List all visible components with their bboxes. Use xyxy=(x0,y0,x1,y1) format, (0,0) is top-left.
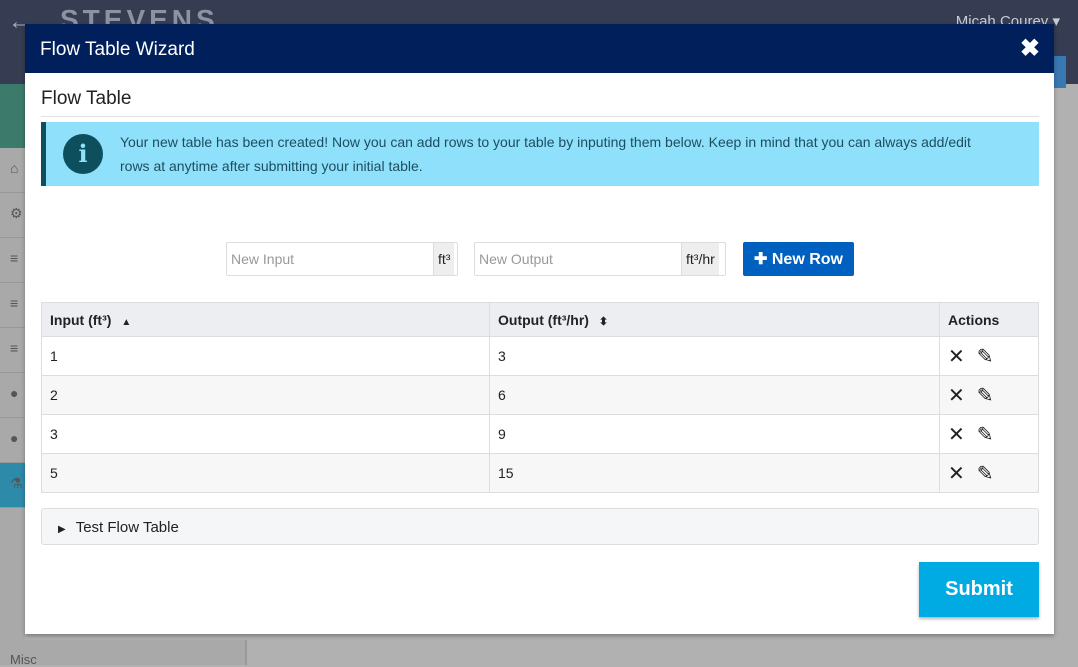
section-title: Flow Table xyxy=(41,88,1039,117)
plus-icon: ✚ xyxy=(754,251,772,268)
modal-header: Flow Table Wizard ✖ xyxy=(25,24,1054,73)
sidebar: ⌂ ⚙ ≡ ≡ ≡ ● ● ⚗ xyxy=(0,84,25,665)
test-flow-table-accordion[interactable]: ▶ Test Flow Table xyxy=(41,508,1039,545)
input-cell: 1 xyxy=(41,336,490,376)
column-actions: Actions xyxy=(939,302,1039,337)
input-cell: 3 xyxy=(41,414,490,454)
background-button xyxy=(1054,56,1066,88)
info-text: Your new table has been created! Now you… xyxy=(120,134,971,174)
column-label: Output (ft³/hr) xyxy=(498,311,589,328)
info-alert: i Your new table has been created! Now y… xyxy=(41,122,1039,186)
actions-cell: ✕ ✎ xyxy=(939,375,1039,415)
delete-icon[interactable]: ✕ xyxy=(948,385,965,407)
sidebar-item-active[interactable]: ⚗ xyxy=(0,463,25,508)
sidebar-item[interactable]: ≡ xyxy=(0,328,25,373)
output-unit: ft³/hr xyxy=(681,243,719,275)
sidebar-item[interactable]: ⚙ xyxy=(0,193,25,238)
new-input-field[interactable] xyxy=(227,243,433,275)
flow-table: Input (ft³) ▲ Output (ft³/hr) ⬍ Actions … xyxy=(41,302,1039,493)
actions-cell: ✕ ✎ xyxy=(939,453,1039,493)
input-unit: ft³ xyxy=(433,243,455,275)
submit-button[interactable]: Submit xyxy=(919,562,1039,617)
table-row: 5 15 ✕ ✎ xyxy=(41,453,1039,493)
actions-cell: ✕ ✎ xyxy=(939,414,1039,454)
sort-asc-icon: ▲ xyxy=(121,316,132,328)
new-row-label: New Row xyxy=(771,251,843,268)
input-group: ft³ xyxy=(226,242,458,276)
new-output-field[interactable] xyxy=(475,243,681,275)
column-label: Input (ft³) xyxy=(50,311,112,328)
caret-right-icon: ▶ xyxy=(58,524,66,535)
sidebar-item[interactable]: ● xyxy=(0,373,25,418)
actions-cell: ✕ ✎ xyxy=(939,336,1039,376)
edit-icon[interactable]: ✎ xyxy=(977,463,994,485)
modal-title: Flow Table Wizard xyxy=(40,39,195,60)
delete-icon[interactable]: ✕ xyxy=(948,463,965,485)
sort-icon: ⬍ xyxy=(598,315,609,328)
table-row: 3 9 ✕ ✎ xyxy=(41,414,1039,454)
sidebar-footer xyxy=(25,640,247,665)
info-icon: i xyxy=(63,134,103,174)
input-cell: 2 xyxy=(41,375,490,415)
column-input[interactable]: Input (ft³) ▲ xyxy=(41,302,490,337)
output-cell: 15 xyxy=(489,453,940,493)
input-cell: 5 xyxy=(41,453,490,493)
edit-icon[interactable]: ✎ xyxy=(977,346,994,368)
edit-icon[interactable]: ✎ xyxy=(977,385,994,407)
column-output[interactable]: Output (ft³/hr) ⬍ xyxy=(489,302,940,337)
delete-icon[interactable]: ✕ xyxy=(948,346,965,368)
close-icon[interactable]: ✖ xyxy=(1020,34,1040,63)
output-group: ft³/hr xyxy=(474,242,726,276)
sidebar-item[interactable]: ≡ xyxy=(0,283,25,328)
table-row: 2 6 ✕ ✎ xyxy=(41,375,1039,415)
table-row: 1 3 ✕ ✎ xyxy=(41,336,1039,376)
flow-table-wizard-modal: Flow Table Wizard ✖ Flow Table i Your ne… xyxy=(25,24,1054,634)
sidebar-item[interactable]: ⌂ xyxy=(0,148,25,193)
new-row-button[interactable]: ✚ New Row xyxy=(743,242,854,276)
sidebar-item[interactable]: ≡ xyxy=(0,238,25,283)
output-cell: 9 xyxy=(489,414,940,454)
output-cell: 3 xyxy=(489,336,940,376)
accordion-label: Test Flow Table xyxy=(75,519,179,536)
sidebar-item[interactable]: ● xyxy=(0,418,25,463)
edit-icon[interactable]: ✎ xyxy=(977,424,994,446)
delete-icon[interactable]: ✕ xyxy=(948,424,965,446)
output-cell: 6 xyxy=(489,375,940,415)
